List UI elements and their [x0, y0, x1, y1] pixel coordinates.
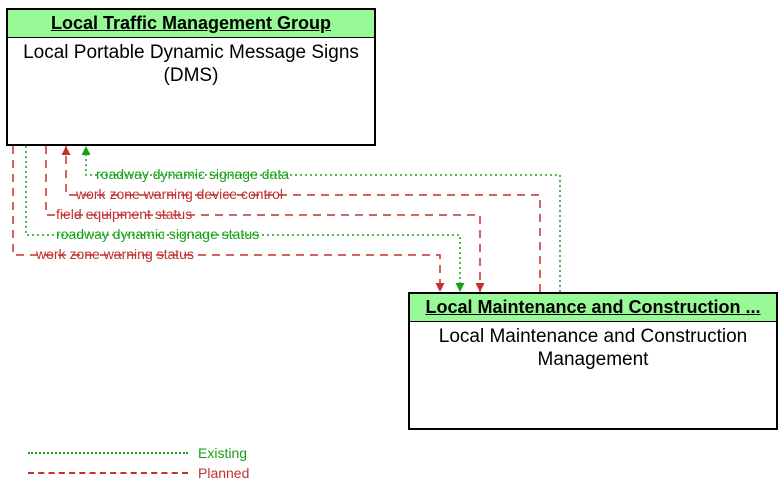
legend: Existing Planned	[28, 443, 249, 483]
box-traffic-group: Local Traffic Management Group Local Por…	[6, 8, 376, 146]
box-maintenance-header: Local Maintenance and Construction ...	[410, 294, 776, 322]
flow-label-signage-data: roadway dynamic signage data	[96, 166, 289, 182]
box-traffic-body: Local Portable Dynamic Message Signs (DM…	[8, 38, 374, 92]
legend-line-existing	[28, 452, 188, 454]
box-maintenance-body: Local Maintenance and Construction Manag…	[410, 322, 776, 376]
box-traffic-header: Local Traffic Management Group	[8, 10, 374, 38]
legend-label-planned: Planned	[198, 465, 249, 481]
legend-planned: Planned	[28, 463, 249, 483]
flow-label-warning-control: work zone warning device control	[76, 186, 283, 202]
legend-existing: Existing	[28, 443, 249, 463]
flow-label-warning-status: work zone warning status	[36, 246, 194, 262]
flow-label-equipment-status: field equipment status	[56, 206, 192, 222]
flow-label-signage-status: roadway dynamic signage status	[56, 226, 259, 242]
box-maintenance-group: Local Maintenance and Construction ... L…	[408, 292, 778, 430]
legend-label-existing: Existing	[198, 445, 247, 461]
legend-line-planned	[28, 472, 188, 474]
